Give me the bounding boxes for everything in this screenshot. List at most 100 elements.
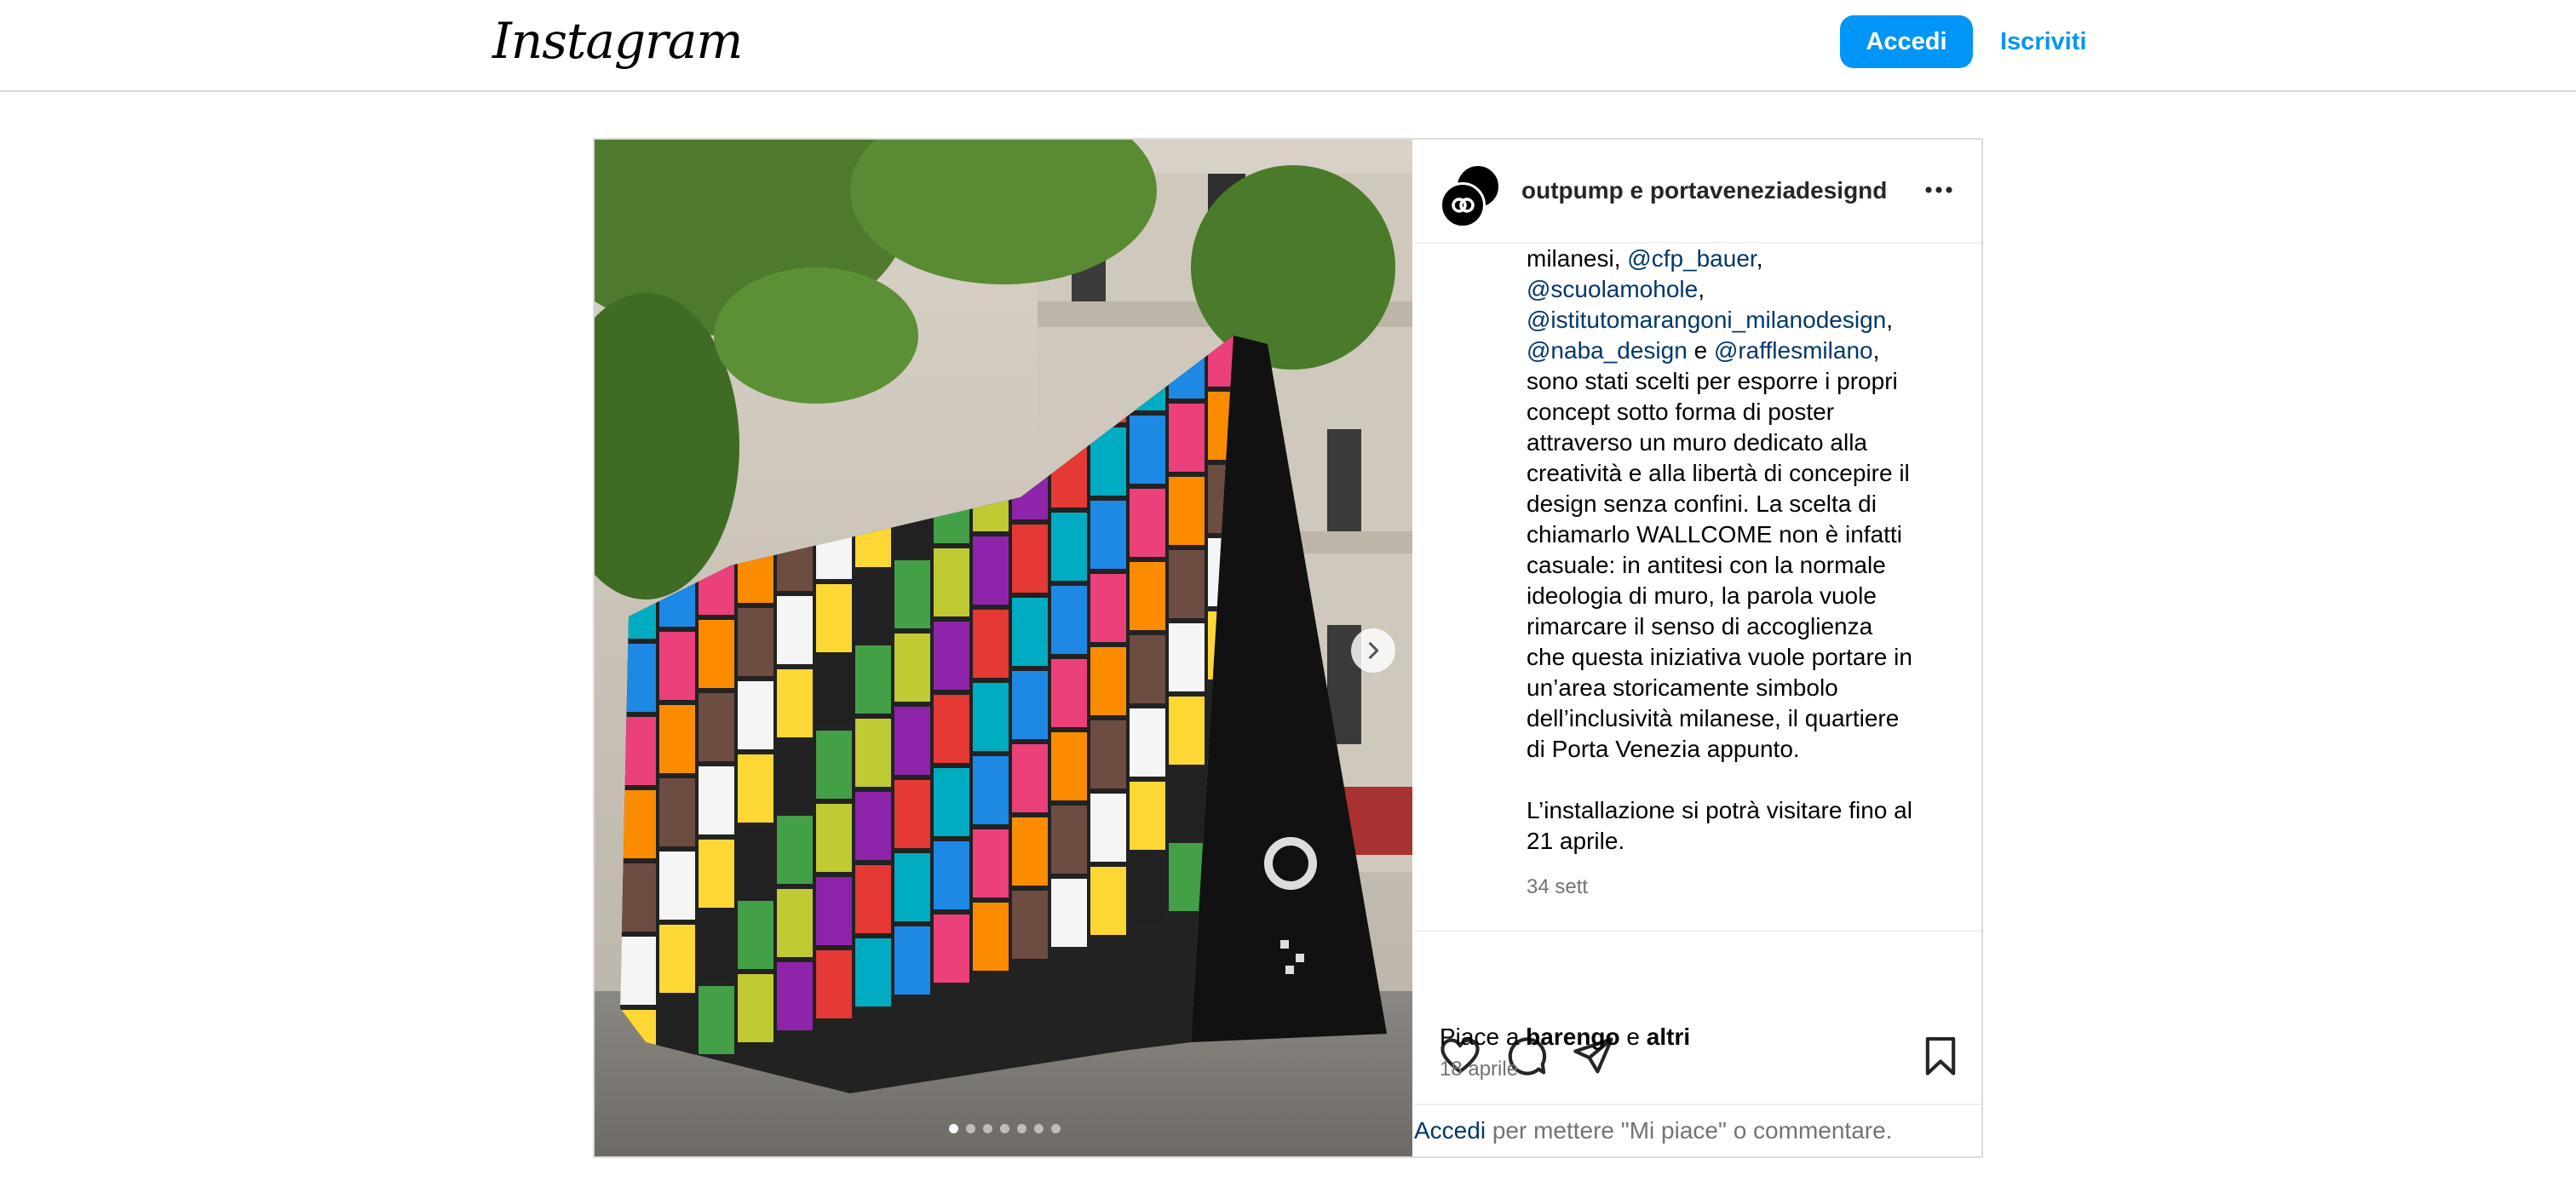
footer-login-link[interactable]: Accedi — [1414, 1117, 1486, 1144]
poster — [699, 840, 734, 908]
avatar[interactable] — [1440, 182, 1486, 228]
poster — [699, 986, 734, 1054]
poster — [1051, 879, 1087, 947]
poster — [973, 610, 1009, 678]
poster — [1012, 891, 1048, 959]
poster — [894, 780, 930, 848]
poster — [777, 962, 813, 1030]
poster — [973, 536, 1009, 605]
poster — [894, 634, 930, 702]
poster — [973, 829, 1009, 897]
poster — [1051, 806, 1087, 874]
poster — [620, 790, 656, 858]
likes-others[interactable]: altri — [1647, 1024, 1690, 1050]
poster — [1130, 782, 1165, 850]
poster — [894, 926, 930, 995]
signup-link[interactable]: Iscriviti — [2000, 28, 2087, 56]
instagram-logo[interactable]: Instagram — [492, 12, 743, 70]
carousel-dot — [1034, 1124, 1044, 1133]
likes-prefix: Piace a — [1440, 1024, 1527, 1050]
post-caption: milanesi, @cfp_bauer, @scuolamohole, @is… — [1527, 244, 1944, 1027]
poster — [855, 719, 891, 787]
carousel-dot — [1000, 1124, 1009, 1133]
liker-user[interactable]: barengo — [1526, 1024, 1619, 1050]
poster — [1169, 770, 1205, 838]
poster — [738, 608, 773, 676]
post-image[interactable] — [595, 140, 1412, 1156]
poster — [777, 889, 813, 957]
poster — [1012, 817, 1048, 886]
more-icon[interactable] — [1922, 177, 1956, 203]
likes-mid: e — [1619, 1024, 1647, 1050]
carousel-dot — [983, 1124, 992, 1133]
poster — [1051, 732, 1087, 800]
poster — [894, 853, 930, 921]
mention-link[interactable]: @scuolamohole — [1527, 276, 1698, 302]
poster — [777, 669, 813, 737]
poster — [855, 645, 891, 714]
poster — [699, 693, 734, 761]
post-date[interactable]: 18 aprile — [1440, 1058, 1518, 1081]
caption-segment: , — [1698, 276, 1705, 302]
mention-link[interactable]: @istitutomarangoni_milanodesign — [1527, 307, 1886, 333]
outpump-logo-icon — [1452, 198, 1475, 213]
carousel-dot — [966, 1124, 975, 1133]
login-button[interactable]: Accedi — [1840, 15, 1973, 68]
poster — [816, 804, 852, 872]
poster — [816, 731, 852, 799]
poster — [1169, 843, 1205, 911]
caption-segment: , — [1756, 245, 1763, 272]
poster — [1012, 598, 1048, 666]
carousel-dot — [949, 1124, 958, 1133]
poster — [1169, 550, 1205, 618]
login-prompt: Accedi per mettere "Mi piace" o commenta… — [1414, 1104, 1981, 1158]
poster — [1090, 647, 1126, 715]
poster — [738, 681, 773, 749]
poster — [1169, 697, 1205, 765]
poster — [816, 657, 852, 725]
bookmark-icon[interactable] — [1918, 1034, 1963, 1078]
poster — [1012, 525, 1048, 593]
poster — [659, 632, 695, 700]
poster — [1090, 501, 1126, 569]
post-authors[interactable]: outpump e portaveneziadesignd — [1521, 177, 1887, 204]
poster — [1130, 708, 1165, 777]
poster — [1169, 623, 1205, 691]
poster — [855, 572, 891, 640]
poster — [1051, 586, 1087, 654]
mention-link[interactable]: @cfp_bauer — [1627, 245, 1756, 272]
top-navigation: Instagram Accedi Iscriviti — [0, 0, 2576, 92]
carousel-next-button[interactable] — [1351, 628, 1395, 673]
poster — [699, 620, 734, 688]
mention-link[interactable]: @naba_design — [1527, 337, 1688, 364]
poster — [1130, 489, 1165, 557]
post-card: outpump e portaveneziadesignd milanesi, … — [593, 138, 1983, 1158]
poster — [738, 974, 773, 1042]
footer-prompt-text: per mettere "Mi piace" o commentare. — [1486, 1117, 1893, 1144]
poster — [855, 792, 891, 860]
poster — [973, 756, 1009, 824]
poster — [1051, 513, 1087, 581]
poster — [1130, 562, 1165, 630]
carousel-dot — [1017, 1124, 1026, 1133]
poster — [620, 863, 656, 932]
poster — [934, 695, 969, 763]
poster — [816, 584, 852, 652]
poster — [1012, 744, 1048, 812]
post-sidebar: outpump e portaveneziadesignd milanesi, … — [1414, 140, 1981, 1156]
mention-link[interactable]: @rafflesmilano — [1714, 337, 1873, 364]
poster — [1130, 635, 1165, 703]
poster — [1090, 794, 1126, 862]
carousel-dot — [1051, 1124, 1061, 1133]
poster — [894, 707, 930, 775]
avatar-group[interactable] — [1440, 163, 1501, 228]
chevron-right-icon — [1368, 642, 1379, 659]
poster — [973, 683, 1009, 751]
poster — [816, 950, 852, 1018]
poster — [738, 828, 773, 896]
poster — [738, 754, 773, 823]
poster — [1130, 855, 1165, 923]
poster — [1169, 404, 1205, 472]
poster — [816, 877, 852, 945]
caption-timestamp: 34 sett — [1527, 875, 1589, 898]
